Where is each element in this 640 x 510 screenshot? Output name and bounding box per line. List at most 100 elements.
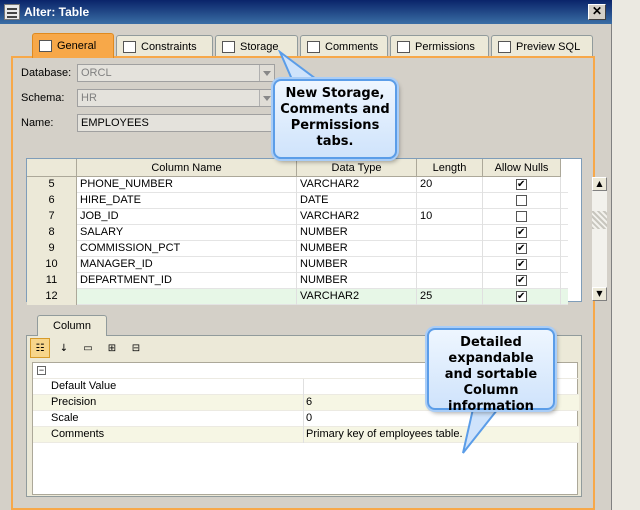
table-row[interactable]: 9 COMMISSION_PCT NUMBER — [27, 241, 568, 257]
tab-label: Constraints — [141, 40, 197, 53]
table-row[interactable]: 6 HIRE_DATE DATE — [27, 193, 568, 209]
row-number[interactable]: 12 — [27, 289, 77, 305]
allow-nulls-checkbox[interactable] — [516, 225, 527, 240]
data-type-cell[interactable]: NUMBER — [297, 273, 417, 289]
column-name-cell[interactable]: SALARY — [77, 225, 297, 241]
row-number[interactable]: 5 — [27, 177, 77, 193]
tab-label: Comments — [325, 40, 379, 53]
tab-permissions[interactable]: Permissions — [390, 35, 489, 57]
columns-grid: Column Name Data Type Length Allow Nulls… — [26, 158, 607, 305]
column-name-cell[interactable]: DEPARTMENT_ID — [77, 273, 297, 289]
row-number[interactable]: 9 — [27, 241, 77, 257]
row-number[interactable]: 6 — [27, 193, 77, 209]
property-value[interactable]: 0 — [306, 412, 312, 424]
allow-nulls-cell — [483, 273, 561, 289]
column-name-cell[interactable]: PHONE_NUMBER — [77, 177, 297, 193]
tab-preview-sql[interactable]: Preview SQL — [491, 35, 593, 57]
schema-select[interactable]: HR — [77, 89, 275, 107]
collapse-icon[interactable]: ⊟ — [126, 338, 146, 358]
table-row[interactable]: 10 MANAGER_ID NUMBER — [27, 257, 568, 273]
column-name-cell[interactable]: MANAGER_ID — [77, 257, 297, 273]
allow-nulls-checkbox[interactable] — [516, 177, 527, 192]
column-name-cell[interactable]: HIRE_DATE — [77, 193, 297, 209]
data-type-cell[interactable]: NUMBER — [297, 241, 417, 257]
tab-label: General — [57, 40, 97, 52]
allow-nulls-cell — [483, 241, 561, 257]
data-type-cell[interactable]: VARCHAR2 — [297, 177, 417, 193]
length-header[interactable]: Length — [417, 159, 483, 177]
length-cell[interactable]: 10 — [417, 209, 483, 225]
expand-icon[interactable]: ⊞ — [102, 338, 122, 358]
property-name: Default Value — [51, 380, 117, 392]
allow-nulls-header[interactable]: Allow Nulls — [483, 159, 561, 177]
allow-nulls-checkbox[interactable] — [516, 195, 527, 206]
row-number[interactable]: 8 — [27, 225, 77, 241]
tab-general[interactable]: General — [32, 33, 114, 58]
property-divider — [303, 427, 304, 443]
column-info-callout: Detailed expandable and sortable Column … — [427, 328, 555, 414]
constraints-icon — [123, 40, 136, 53]
properties-icon[interactable]: ▭ — [78, 338, 98, 358]
column-name-header[interactable]: Column Name — [77, 159, 297, 177]
tab-column[interactable]: Column — [37, 315, 107, 336]
row-number[interactable]: 11 — [27, 273, 77, 289]
data-type-cell[interactable]: NUMBER — [297, 257, 417, 273]
length-cell[interactable] — [417, 225, 483, 241]
schema-value: HR — [81, 92, 97, 104]
length-cell[interactable] — [417, 257, 483, 273]
table-row[interactable]: 7 JOB_ID VARCHAR2 10 — [27, 209, 568, 225]
name-field[interactable]: EMPLOYEES — [77, 114, 275, 132]
length-cell[interactable] — [417, 273, 483, 289]
data-type-cell[interactable]: DATE — [297, 193, 417, 209]
table-row[interactable]: 8 SALARY NUMBER — [27, 225, 568, 241]
chevron-down-icon[interactable] — [259, 90, 274, 106]
property-divider — [303, 395, 304, 411]
row-number[interactable]: 10 — [27, 257, 77, 273]
background-right — [612, 0, 640, 510]
collapse-toggle[interactable]: − — [37, 366, 46, 375]
allow-nulls-cell — [483, 193, 561, 209]
scroll-down-button[interactable]: ▼ — [592, 287, 607, 301]
tab-constraints[interactable]: Constraints — [116, 35, 213, 57]
sort-az-icon[interactable]: ↓ — [54, 338, 74, 358]
length-cell[interactable]: 25 — [417, 289, 483, 305]
allow-nulls-checkbox[interactable] — [516, 211, 527, 222]
close-button[interactable]: ✕ — [588, 4, 606, 20]
row-number-header — [27, 159, 77, 177]
tab-label: Permissions — [415, 40, 475, 53]
categorized-icon[interactable]: ☷ — [30, 338, 50, 358]
row-number[interactable]: 7 — [27, 209, 77, 225]
allow-nulls-checkbox[interactable] — [516, 289, 527, 304]
column-name-cell[interactable] — [77, 289, 297, 305]
title-bar — [0, 0, 612, 24]
length-cell[interactable] — [417, 193, 483, 209]
scroll-up-button[interactable]: ▲ — [592, 177, 607, 191]
allow-nulls-cell — [483, 225, 561, 241]
grid-scrollbar[interactable]: ▲ ▼ — [592, 177, 607, 301]
column-name-cell[interactable]: COMMISSION_PCT — [77, 241, 297, 257]
data-type-header[interactable]: Data Type — [297, 159, 417, 177]
property-value[interactable]: Primary key of employees table. — [306, 428, 463, 440]
length-cell[interactable]: 20 — [417, 177, 483, 193]
database-select[interactable]: ORCL — [77, 64, 275, 82]
tabs-callout: New Storage, Comments and Permissions ta… — [273, 79, 397, 159]
column-name-cell[interactable]: JOB_ID — [77, 209, 297, 225]
length-cell[interactable] — [417, 241, 483, 257]
allow-nulls-checkbox[interactable] — [516, 257, 527, 272]
storage-icon — [222, 40, 235, 53]
scroll-thumb[interactable] — [592, 211, 607, 229]
window-title: Alter: Table — [24, 5, 90, 19]
data-type-cell[interactable]: VARCHAR2 — [297, 209, 417, 225]
table-grid-icon — [39, 40, 52, 52]
table-row[interactable]: 5 PHONE_NUMBER VARCHAR2 20 — [27, 177, 568, 193]
table-row[interactable]: 11 DEPARTMENT_ID NUMBER — [27, 273, 568, 289]
property-value[interactable]: 6 — [306, 396, 312, 408]
data-type-cell[interactable]: VARCHAR2 — [297, 289, 417, 305]
allow-nulls-checkbox[interactable] — [516, 273, 527, 288]
allow-nulls-checkbox[interactable] — [516, 241, 527, 256]
data-type-cell[interactable]: NUMBER — [297, 225, 417, 241]
table-row[interactable]: 12 VARCHAR2 25 — [27, 289, 568, 305]
name-label: Name: — [21, 117, 54, 129]
allow-nulls-cell — [483, 257, 561, 273]
allow-nulls-cell — [483, 289, 561, 305]
